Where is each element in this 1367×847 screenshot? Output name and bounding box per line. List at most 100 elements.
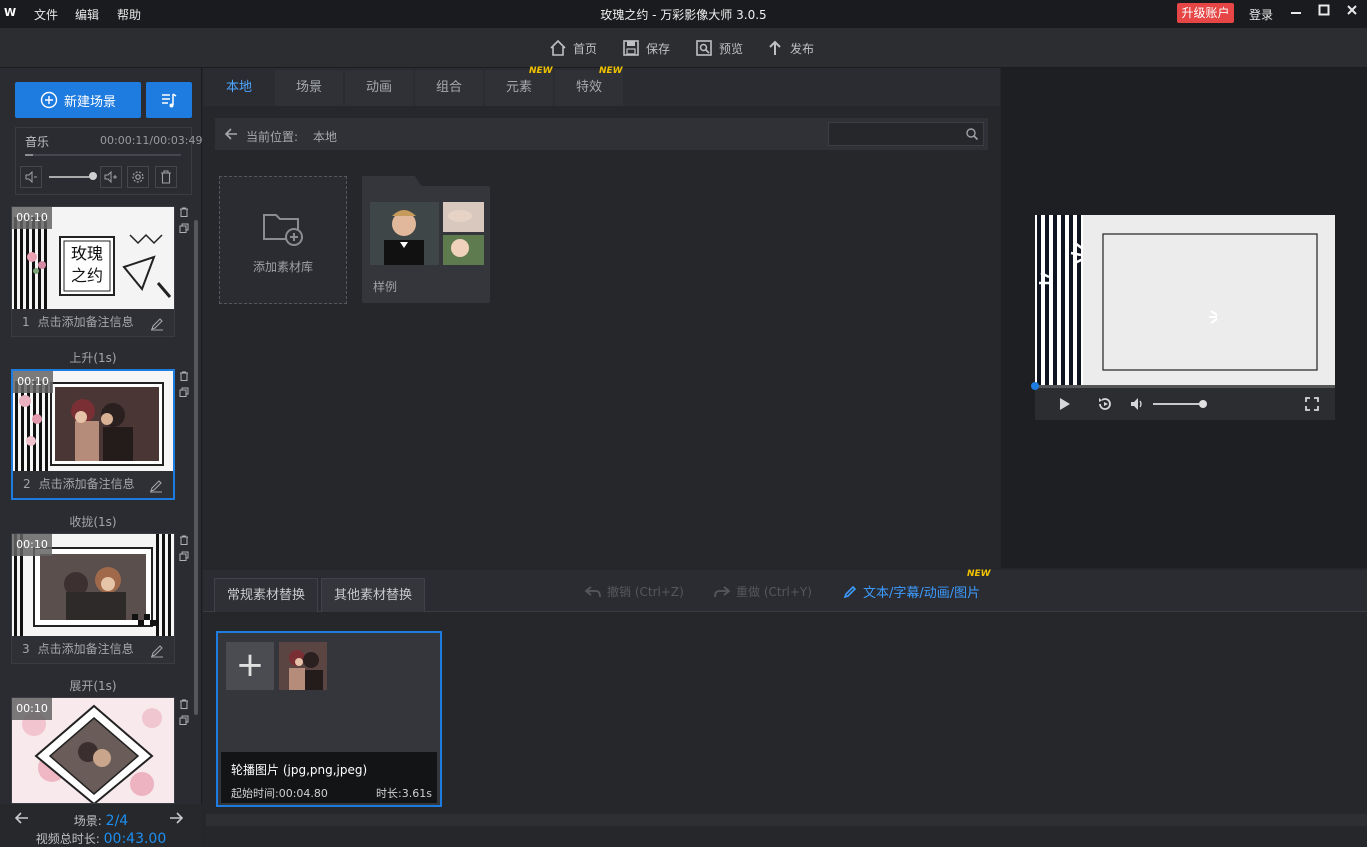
preview-screen[interactable]: [1035, 215, 1335, 385]
minimize-icon[interactable]: [1285, 4, 1307, 22]
scene-card[interactable]: 玫瑰 之约 00:10 1 点击添加备注信息: [11, 206, 175, 337]
tab-combo[interactable]: 组合: [415, 70, 483, 106]
fullscreen-icon[interactable]: [1304, 396, 1320, 412]
text-subtitle-animation-image-link[interactable]: 文本/字幕/动画/图片: [843, 582, 980, 601]
login-button[interactable]: 登录: [1249, 6, 1273, 23]
replace-scrollbar[interactable]: [206, 814, 1367, 826]
edit-icon[interactable]: [149, 479, 163, 493]
preview-button[interactable]: 预览: [695, 37, 743, 59]
music-list-button[interactable]: [146, 82, 192, 118]
scene-number: 3: [22, 642, 30, 656]
scene-counter: 场景: 2/4: [0, 812, 202, 829]
music-progress-track[interactable]: [25, 154, 181, 156]
scene-title-text: 玫瑰 之约: [70, 244, 103, 285]
home-icon: [550, 39, 566, 56]
home-button[interactable]: 首页: [549, 37, 597, 59]
save-icon: [623, 40, 639, 56]
music-volume-slider[interactable]: [49, 176, 93, 178]
music-progress-fill: [25, 154, 33, 156]
save-button[interactable]: 保存: [622, 37, 670, 59]
volume-down-icon[interactable]: [20, 166, 42, 188]
menu-edit[interactable]: 编辑: [75, 6, 99, 23]
delete-icon[interactable]: [179, 371, 189, 381]
new-badge: NEW: [599, 66, 623, 76]
volume-up-icon[interactable]: [100, 166, 122, 188]
menu-file[interactable]: 文件: [34, 6, 58, 23]
asset-thumbnail[interactable]: [279, 642, 327, 690]
add-folder-icon: [263, 214, 303, 246]
publish-label: 发布: [790, 41, 815, 56]
music-label: 音乐: [25, 135, 50, 149]
tab-other-replace[interactable]: 其他素材替换: [321, 578, 426, 612]
scene-duration-badge: 00:10: [13, 371, 53, 393]
maximize-icon[interactable]: [1313, 4, 1335, 22]
replay-icon[interactable]: [1097, 396, 1113, 412]
total-duration-label: 视频总时长:: [35, 832, 100, 846]
title-bar: [0, 0, 1367, 28]
scene-card[interactable]: 00:10 2 点击添加备注信息: [11, 369, 175, 500]
scene-number: 1: [22, 315, 30, 329]
scene-card[interactable]: 00:10 3 点击添加备注信息: [11, 533, 175, 664]
copy-icon[interactable]: [179, 551, 189, 561]
scene-card[interactable]: 00:10: [11, 697, 175, 804]
undo-button[interactable]: 撤销 (Ctrl+Z): [585, 583, 684, 600]
copy-icon[interactable]: [179, 387, 189, 397]
scene-note[interactable]: 点击添加备注信息: [38, 315, 134, 329]
delete-icon[interactable]: [179, 207, 189, 217]
tab-local[interactable]: 本地: [205, 70, 273, 106]
add-asset-button[interactable]: +: [226, 642, 274, 690]
add-library-label: 添加素材库: [252, 260, 313, 274]
music-settings-icon[interactable]: [127, 166, 149, 188]
asset-title: 轮播图片 (jpg,png,jpeg): [231, 763, 368, 777]
music-time: 00:00:11/00:03:49: [100, 134, 203, 147]
home-label: 首页: [573, 41, 598, 56]
upgrade-account-button[interactable]: 升级账户: [1177, 3, 1234, 23]
undo-label: 撤销 (Ctrl+Z): [607, 585, 684, 599]
transition-label[interactable]: 上升(1s): [11, 349, 175, 366]
redo-button[interactable]: 重做 (Ctrl+Y): [714, 583, 812, 600]
music-list-icon: [162, 93, 177, 108]
edit-icon[interactable]: [150, 644, 164, 658]
music-delete-icon[interactable]: [155, 166, 177, 188]
preview-volume-slider[interactable]: [1153, 403, 1203, 405]
tab-regular-replace[interactable]: 常规素材替换: [214, 578, 319, 612]
close-icon[interactable]: [1341, 4, 1363, 22]
play-icon[interactable]: [1057, 396, 1073, 412]
tab-animation[interactable]: 动画: [345, 70, 413, 106]
scene-footer: 3 点击添加备注信息: [12, 636, 174, 663]
back-arrow-icon[interactable]: [223, 126, 239, 142]
menu-help[interactable]: 帮助: [117, 6, 141, 23]
copy-icon[interactable]: [179, 223, 189, 233]
undo-icon: [585, 585, 601, 597]
add-library-button[interactable]: [219, 176, 347, 304]
publish-button[interactable]: 发布: [766, 37, 814, 59]
new-scene-button[interactable]: 新建场景: [15, 82, 141, 118]
tab-scene[interactable]: 场景: [275, 70, 343, 106]
transition-label[interactable]: 展开(1s): [11, 677, 175, 694]
preview-volume-knob[interactable]: [1199, 400, 1207, 408]
asset-start-time: 起始时间:00:04.80: [231, 787, 328, 800]
plus-circle-icon: [40, 91, 58, 109]
edit-icon[interactable]: [150, 317, 164, 331]
scene-note[interactable]: 点击添加备注信息: [38, 642, 134, 656]
scene-counter-value: 2/4: [105, 813, 129, 829]
preview-progress-handle[interactable]: [1031, 382, 1039, 390]
delete-icon[interactable]: [179, 535, 189, 545]
delete-icon[interactable]: [179, 699, 189, 709]
copy-icon[interactable]: [179, 715, 189, 725]
scene-list-scrollbar[interactable]: [194, 220, 198, 715]
upload-icon: [769, 40, 781, 55]
scene-counter-label: 场景:: [73, 814, 102, 828]
volume-icon[interactable]: [1129, 396, 1145, 412]
transition-label[interactable]: 收拢(1s): [11, 513, 175, 530]
asset-duration: 时长:3.61s: [376, 787, 432, 800]
new-badge: NEW: [529, 66, 553, 76]
save-label: 保存: [646, 41, 671, 56]
text-link-label: 文本/字幕/动画/图片: [863, 586, 981, 601]
music-volume-knob[interactable]: [89, 172, 97, 180]
search-input[interactable]: [828, 122, 984, 146]
scene-footer: 1 点击添加备注信息: [12, 309, 174, 336]
scene-note[interactable]: 点击添加备注信息: [39, 477, 135, 491]
redo-icon: [714, 585, 730, 597]
search-icon[interactable]: [965, 127, 979, 141]
